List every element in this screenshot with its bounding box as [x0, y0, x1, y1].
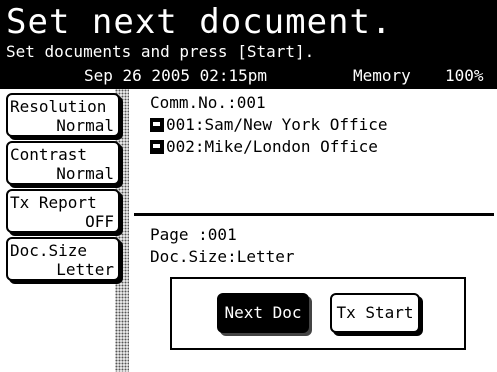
- page-info: Page :001 Doc.Size:Letter: [150, 224, 295, 268]
- memory-percent: 100%: [445, 66, 484, 85]
- doc-size-info: Doc.Size:Letter: [150, 247, 295, 266]
- fax-icon: [150, 140, 164, 154]
- next-doc-button[interactable]: Next Doc: [217, 293, 309, 333]
- screen-title: Set next document.: [6, 2, 393, 42]
- comm-number: Comm.No.:001: [150, 93, 266, 112]
- doc-size-button[interactable]: Doc.Size Letter: [6, 237, 120, 281]
- recipient-item: 001:Sam/New York Office: [150, 114, 388, 136]
- recipient-label: 001:Sam/New York Office: [166, 115, 388, 134]
- page-number: Page :001: [150, 225, 237, 244]
- resolution-value: Normal: [56, 116, 114, 135]
- contrast-value: Normal: [56, 164, 114, 183]
- doc-size-value: Letter: [56, 260, 114, 279]
- contrast-label: Contrast: [10, 145, 88, 164]
- section-divider: [134, 213, 494, 216]
- instruction-text: Set documents and press [Start].: [6, 42, 315, 61]
- header-bar: Set next document. Set documents and pre…: [0, 0, 497, 89]
- tx-report-label: Tx Report: [10, 193, 97, 212]
- tx-start-button[interactable]: Tx Start: [330, 293, 420, 333]
- recipient-label: 002:Mike/London Office: [166, 137, 378, 156]
- contrast-button[interactable]: Contrast Normal: [6, 141, 120, 185]
- tx-report-button[interactable]: Tx Report OFF: [6, 189, 120, 233]
- datetime: Sep 26 2005 02:15pm: [84, 66, 268, 85]
- doc-size-label: Doc.Size: [10, 241, 88, 260]
- recipient-item: 002:Mike/London Office: [150, 136, 388, 158]
- resolution-label: Resolution: [10, 97, 107, 116]
- fax-icon: [150, 118, 164, 132]
- status-bar: Sep 26 2005 02:15pm Memory 100%: [0, 66, 497, 86]
- resolution-button[interactable]: Resolution Normal: [6, 93, 120, 137]
- tx-report-value: OFF: [85, 212, 114, 231]
- comm-info: Comm.No.:001 001:Sam/New York Office 002…: [150, 92, 388, 158]
- mode-label: Memory: [353, 66, 411, 85]
- action-panel: Next Doc Tx Start: [170, 277, 466, 350]
